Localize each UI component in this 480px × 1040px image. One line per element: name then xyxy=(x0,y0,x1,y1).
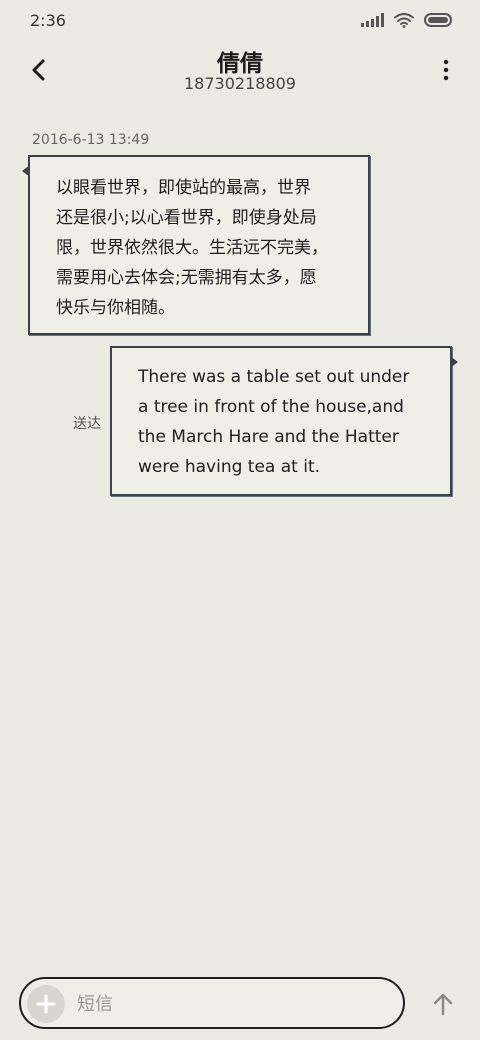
message-line: were having tea at it. xyxy=(138,457,321,477)
status-time: 2:36 xyxy=(30,11,66,30)
delivery-status: 送达 xyxy=(73,416,101,432)
message-line: There was a table set out under xyxy=(138,367,410,387)
battery-icon xyxy=(424,13,452,27)
contact-number: 18730218809 xyxy=(184,74,296,93)
outgoing-message-bubble[interactable]: There was a table set out under a tree i… xyxy=(110,346,458,496)
status-icons xyxy=(361,12,452,28)
message-line: 还是很小;以心看世界，即使身处局 xyxy=(56,208,317,228)
message-line: a tree in front of the house,and xyxy=(138,397,404,417)
message-input[interactable] xyxy=(77,987,387,1021)
send-arrow-up-icon xyxy=(433,993,453,1016)
signal-icon xyxy=(361,13,384,27)
more-vertical-icon xyxy=(443,59,449,81)
message-line: 限，世界依然很大。生活远不完美， xyxy=(56,238,328,258)
battery-level-fill xyxy=(428,17,448,23)
more-options-button[interactable] xyxy=(436,52,456,88)
conversation-screen: 2:36 倩倩 18730218809 2016-6-13 13:49 以眼看世… xyxy=(0,0,480,1040)
message-line: 以眼看世界，即使站的最高，世界 xyxy=(56,178,311,198)
message-composer xyxy=(19,977,405,1029)
message-line: 快乐与你相随。 xyxy=(56,298,175,318)
message-timestamp: 2016-6-13 13:49 xyxy=(32,132,150,148)
add-attachment-button[interactable] xyxy=(27,985,65,1023)
conversation-header: 倩倩 18730218809 xyxy=(0,42,480,102)
status-bar: 2:36 xyxy=(0,0,480,42)
message-line: the March Hare and the Hatter xyxy=(138,427,399,447)
plus-icon xyxy=(36,994,56,1014)
incoming-message-bubble[interactable]: 以眼看世界，即使站的最高，世界 还是很小;以心看世界，即使身处局 限，世界依然很… xyxy=(22,155,370,335)
message-line: 需要用心去体会;无需拥有太多，愿 xyxy=(56,268,317,288)
send-button[interactable] xyxy=(426,986,460,1022)
wifi-icon xyxy=(394,13,414,28)
contact-name: 倩倩 xyxy=(217,51,263,77)
